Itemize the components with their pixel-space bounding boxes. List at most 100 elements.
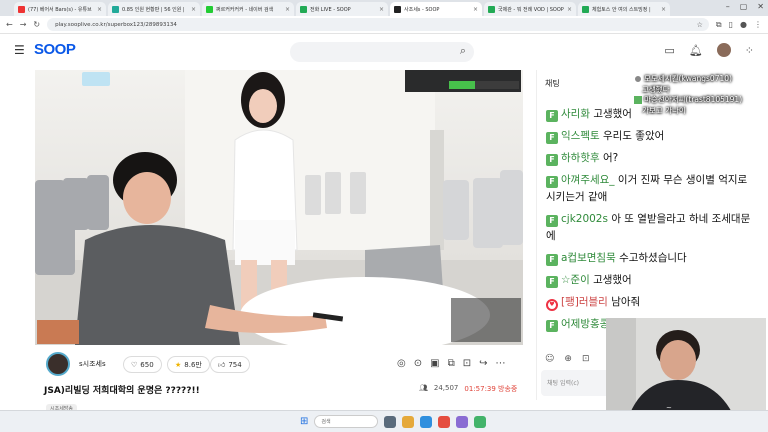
chat-nick[interactable]: 하하핫후 <box>561 152 600 164</box>
chat-nick[interactable]: 사리화 <box>561 108 590 120</box>
chat-nick[interactable]: a컵보면침묵 <box>561 252 616 264</box>
share-icon[interactable]: ↪ <box>479 358 487 369</box>
chat-nick[interactable]: 아껴주세요_ <box>561 174 615 186</box>
close-icon[interactable]: × <box>567 6 572 13</box>
stream-info: s시조세s ♡ 650 ★ 8.6만 👍︎ 754 ◎ ⊙ ▣ ⧉ ⊡ ↪ ⋯ JSA… <box>35 350 523 413</box>
chat-nick[interactable]: cjk2002s <box>561 213 608 225</box>
site-logo[interactable]: SOOP <box>34 41 76 58</box>
close-icon[interactable]: × <box>97 6 102 13</box>
broadcast-icon[interactable]: ▭ <box>664 44 674 57</box>
close-icon[interactable]: × <box>661 6 666 13</box>
notification-bell-icon[interactable]: 🔔︎ <box>689 44 703 57</box>
hd-icon[interactable]: ⊙ <box>414 358 422 369</box>
browser-tab[interactable]: (77) 베어서 Bars(s) - 유튜브 × <box>14 2 106 16</box>
back-icon[interactable]: ← <box>6 20 13 29</box>
chat-nick[interactable]: ☆준이 <box>561 274 590 286</box>
sticker-icon[interactable]: ⊕ <box>564 354 572 364</box>
edge-icon[interactable] <box>420 415 433 428</box>
chat-message: F ☆준이 고생했어 <box>546 272 756 289</box>
tab-label: 전화 LIVE - SOOP <box>310 6 351 13</box>
stream-actions: ◎ ⊙ ▣ ⧉ ⊡ ↪ ⋯ <box>397 358 506 369</box>
profile-icon[interactable]: ● <box>740 20 747 29</box>
windows-start-icon[interactable]: ⊞ <box>300 416 308 427</box>
search-input[interactable]: ⌕ <box>290 42 474 62</box>
chat-header: 채팅 <box>545 79 560 88</box>
stream-title: JSA)리빌딩 저희대학의 운명은 ?????!! <box>44 386 200 396</box>
tab-label: 사조세s - SOOP <box>404 6 440 13</box>
fan-badge-icon: F <box>546 176 558 188</box>
task-view-icon[interactable] <box>384 415 397 428</box>
channel-avatar[interactable] <box>46 352 70 376</box>
chrome-icon[interactable] <box>438 415 451 428</box>
apps-grid-icon[interactable]: ⁘ <box>745 44 754 57</box>
chat-nick[interactable]: 익스펙토 <box>561 130 600 142</box>
channel-name[interactable]: s시조세s <box>79 359 106 369</box>
close-icon[interactable]: × <box>379 6 384 13</box>
video-player[interactable] <box>35 70 523 345</box>
browser-tab[interactable]: 국제관 - 뭐 전례 VOD | SOOP × <box>484 2 576 16</box>
chat-text: 수고하셨습니다 <box>619 252 687 264</box>
forward-icon[interactable]: → <box>20 20 27 29</box>
soop-icon <box>394 5 401 13</box>
location-icon[interactable]: ◎ <box>397 358 406 369</box>
chat-text: 우리도 좋았어 <box>602 130 665 142</box>
browser-menu-icon[interactable]: ⋮ <box>754 20 762 29</box>
browser-tab[interactable]: 쩌르커커커커 - 네이버 검색 × <box>202 2 294 16</box>
more-icon[interactable]: ⋯ <box>496 358 506 369</box>
file-explorer-icon[interactable] <box>402 415 415 428</box>
naver-icon <box>206 5 213 13</box>
browser-tab[interactable]: 체험토스 안 여의 스트밍정 | × <box>578 2 670 16</box>
like-count: 650 <box>140 360 154 369</box>
overlay-name: 모도세시킨(kwangs0710) <box>644 74 732 83</box>
close-icon[interactable]: × <box>285 6 290 13</box>
emoji-icon[interactable]: ☺ <box>545 354 554 364</box>
chat-tools: ☺ ⊕ ⊡ <box>545 354 589 364</box>
star-balloon-button[interactable]: ★ 8.6만 <box>167 356 210 373</box>
address-bar: ← → ↻ play.sooplive.co.kr/superbox123/28… <box>0 16 768 34</box>
subscriber-heart-icon: ♥ <box>546 299 558 311</box>
stream-logo-badge <box>82 72 110 86</box>
fan-badge-icon: F <box>546 154 558 166</box>
chat-text: 남아줘 <box>611 296 641 308</box>
minimize-icon[interactable]: – <box>726 2 730 11</box>
extensions-icon[interactable]: ⧉ <box>716 20 722 30</box>
search-icon[interactable]: ⌕ <box>460 44 466 58</box>
hamburger-menu-icon[interactable]: ☰ <box>14 43 25 57</box>
browser-tab-bar: (77) 베어서 Bars(s) - 유튜브 × 0.85 인원 현황판 | 56… <box>0 0 768 16</box>
heart-plus-icon: ♡ <box>131 360 138 369</box>
fan-badge-icon: F <box>546 254 558 266</box>
browser-tab[interactable]: 전화 LIVE - SOOP × <box>296 2 388 16</box>
bookmark-star-icon[interactable]: ☆ <box>697 21 703 29</box>
fan-badge-icon: F <box>546 215 558 227</box>
cart-icon[interactable]: ⊡ <box>463 358 471 369</box>
thumbs-up-button[interactable]: 👍︎ 754 <box>210 356 250 373</box>
close-window-icon[interactable]: ✕ <box>757 2 764 11</box>
close-icon[interactable]: × <box>473 6 478 13</box>
chat-nick[interactable]: [팽]러블리 <box>561 296 608 308</box>
taskbar-search[interactable]: 검색 <box>314 415 379 428</box>
stream-stats: 👥︎ 24,507 01:57:39 방송중 <box>419 384 517 394</box>
overlay-chat-text: 고생했다 <box>642 84 670 94</box>
app-icon[interactable] <box>474 415 487 428</box>
maximize-icon[interactable]: ▢ <box>740 2 748 11</box>
url-text: play.sooplive.co.kr/superbox123/28989313… <box>55 21 177 28</box>
app-icon[interactable] <box>456 415 469 428</box>
star-count: 8.6만 <box>184 360 202 369</box>
close-icon[interactable]: × <box>191 6 196 13</box>
soop-icon <box>582 5 589 13</box>
fan-badge-icon: F <box>546 110 558 122</box>
clip-icon[interactable]: ⧉ <box>448 358 455 369</box>
stream-progress-gauge <box>449 81 519 89</box>
user-avatar[interactable] <box>716 43 731 57</box>
favicon-icon <box>112 5 119 13</box>
tab-label: 체험토스 안 여의 스트밍정 | <box>592 6 651 13</box>
sidebar-icon[interactable]: ▯ <box>729 20 733 29</box>
browser-tab-active[interactable]: 사조세s - SOOP × <box>390 2 482 16</box>
like-button[interactable]: ♡ 650 <box>123 356 162 373</box>
shop-cart-icon[interactable]: ⊡ <box>582 354 590 364</box>
browser-tab[interactable]: 0.85 인원 현황판 | 56 인원 | × <box>108 2 200 16</box>
url-field[interactable]: play.sooplive.co.kr/superbox123/28989313… <box>47 18 709 31</box>
gift-icon[interactable]: ▣ <box>430 358 439 369</box>
window-controls: – ▢ ✕ <box>726 2 764 11</box>
reload-icon[interactable]: ↻ <box>33 20 40 29</box>
